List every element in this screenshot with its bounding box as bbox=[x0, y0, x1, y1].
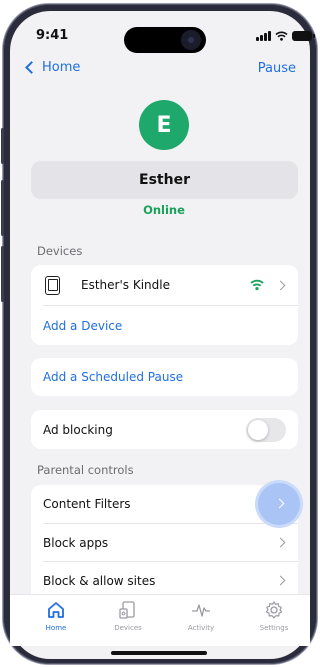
activity-icon bbox=[190, 599, 212, 621]
status-icons bbox=[256, 30, 315, 42]
tab-bar: Home Devices Activity Settings bbox=[10, 594, 310, 646]
ad-blocking-label: Ad blocking bbox=[43, 422, 113, 437]
home-icon bbox=[45, 599, 67, 621]
cellular-signal-icon bbox=[256, 31, 271, 41]
ad-blocking-toggle[interactable] bbox=[246, 418, 286, 442]
devices-card: Esther's Kindle Add a Device bbox=[31, 265, 298, 345]
ad-blocking-row: Ad blocking bbox=[31, 410, 298, 449]
block-apps-row[interactable]: Block apps bbox=[31, 524, 298, 561]
block-allow-sites-label: Block & allow sites bbox=[43, 574, 156, 588]
chevron-right-icon bbox=[275, 280, 286, 291]
block-apps-label: Block apps bbox=[43, 535, 109, 550]
back-button[interactable]: Home bbox=[24, 60, 80, 75]
devices-section-label: Devices bbox=[37, 244, 83, 258]
avatar: E bbox=[139, 100, 189, 150]
add-scheduled-pause-button[interactable]: Add a Scheduled Pause bbox=[31, 358, 298, 396]
tab-devices[interactable]: Devices bbox=[98, 599, 158, 632]
wifi-status-icon bbox=[275, 31, 288, 41]
tab-home-label: Home bbox=[45, 624, 67, 632]
add-scheduled-pause-label: Add a Scheduled Pause bbox=[43, 370, 184, 384]
tablet-icon bbox=[45, 276, 60, 295]
wifi-icon bbox=[250, 279, 264, 291]
ad-blocking-card: Ad blocking bbox=[31, 410, 298, 449]
status-badge: Online bbox=[143, 203, 185, 217]
chevron-right-icon bbox=[274, 498, 285, 509]
tab-activity-label: Activity bbox=[187, 624, 215, 632]
content-filters-label: Content Filters bbox=[43, 497, 131, 511]
phone-side-button bbox=[1, 246, 4, 302]
profile-name[interactable]: Esther bbox=[31, 161, 298, 199]
back-label: Home bbox=[42, 60, 81, 75]
chevron-right-icon bbox=[275, 575, 286, 586]
status-time: 9:41 bbox=[36, 28, 69, 43]
pause-button[interactable]: Pause bbox=[258, 61, 296, 76]
camera-icon bbox=[181, 30, 201, 50]
home-indicator bbox=[111, 651, 207, 655]
phone-side-button bbox=[1, 128, 4, 164]
device-name: Esther's Kindle bbox=[81, 278, 170, 292]
battery-icon bbox=[292, 31, 315, 41]
chevron-right-icon bbox=[275, 537, 286, 548]
chevron-left-icon bbox=[25, 61, 38, 74]
add-device-button[interactable]: Add a Device bbox=[31, 306, 298, 345]
devices-icon bbox=[117, 599, 139, 621]
device-row-esthers-kindle[interactable]: Esther's Kindle bbox=[31, 265, 298, 305]
scheduled-pause-card: Add a Scheduled Pause bbox=[31, 358, 298, 396]
tab-home[interactable]: Home bbox=[26, 599, 86, 632]
settings-icon bbox=[263, 599, 285, 621]
tab-activity[interactable]: Activity bbox=[171, 599, 231, 632]
tab-devices-label: Devices bbox=[114, 624, 142, 632]
add-device-label: Add a Device bbox=[43, 318, 123, 333]
tab-settings-label: Settings bbox=[259, 624, 289, 632]
tab-settings[interactable]: Settings bbox=[244, 599, 304, 632]
content-filters-chevron-button[interactable] bbox=[258, 483, 300, 525]
parental-controls-section-label: Parental controls bbox=[37, 463, 134, 477]
